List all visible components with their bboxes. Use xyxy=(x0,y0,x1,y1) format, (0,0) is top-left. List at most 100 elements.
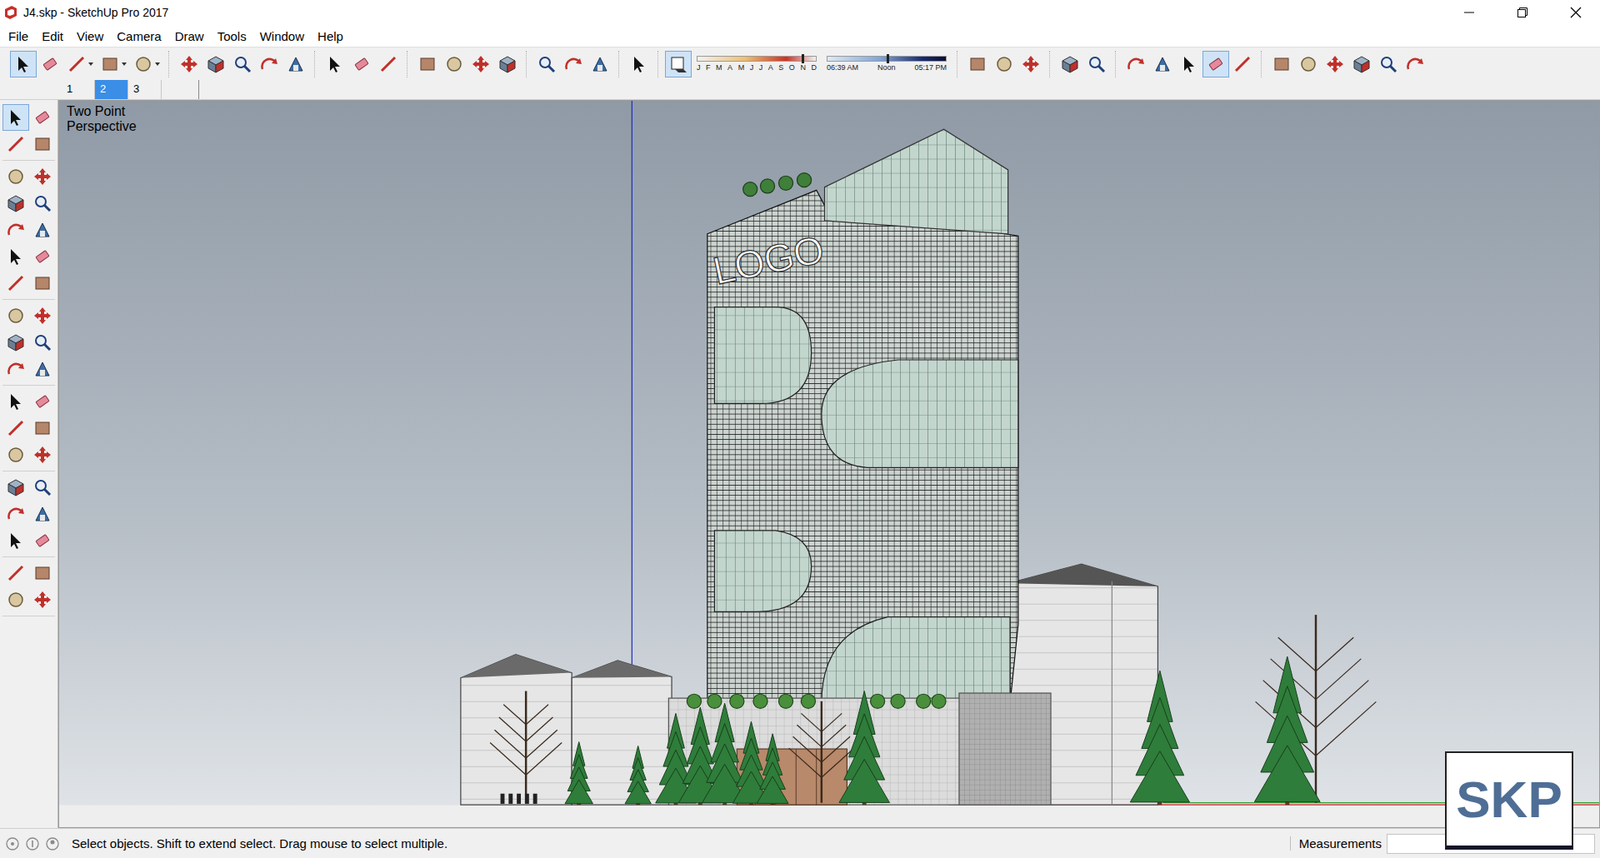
toolbar-button[interactable] xyxy=(1175,50,1203,78)
tool-button[interactable] xyxy=(2,130,30,158)
menu-item[interactable]: Tools xyxy=(210,26,254,46)
model-canvas[interactable]: LOGO xyxy=(59,100,1600,828)
toolbar-button[interactable] xyxy=(1268,50,1295,78)
toolbar-button[interactable] xyxy=(63,50,97,78)
tool-button[interactable] xyxy=(2,474,30,501)
month-thumb[interactable] xyxy=(801,54,805,64)
tool-button[interactable] xyxy=(29,104,56,131)
menu-item[interactable]: View xyxy=(70,26,110,46)
tool-button[interactable] xyxy=(29,560,56,587)
toolbar-button[interactable] xyxy=(1202,50,1230,78)
tool-button[interactable] xyxy=(29,216,56,244)
menu-item[interactable]: Window xyxy=(253,26,311,46)
tool-button[interactable] xyxy=(29,190,56,217)
tool-button[interactable] xyxy=(2,163,30,190)
toolbar-button[interactable] xyxy=(321,50,349,78)
tool-button[interactable] xyxy=(2,216,30,244)
tool-button[interactable] xyxy=(29,415,56,442)
tool-button[interactable] xyxy=(29,474,56,501)
tool-button[interactable] xyxy=(2,441,30,469)
credits-icon[interactable] xyxy=(25,836,40,852)
toolbar-button[interactable] xyxy=(560,50,587,78)
toolbar-button[interactable] xyxy=(414,50,441,78)
tool-button[interactable] xyxy=(2,302,30,330)
dropdown-caret-icon[interactable] xyxy=(155,62,160,66)
tool-button[interactable] xyxy=(2,355,30,383)
tool-button[interactable] xyxy=(29,586,56,614)
toolbar-button[interactable] xyxy=(1122,50,1150,78)
menu-item[interactable]: Draw xyxy=(168,26,211,46)
toolbar-button[interactable] xyxy=(1375,50,1402,78)
shadow-settings-button[interactable] xyxy=(665,50,692,78)
toolbar-button[interactable] xyxy=(375,50,402,78)
scene-tab[interactable]: 3 xyxy=(128,80,162,100)
tool-button[interactable] xyxy=(2,586,30,614)
dropdown-caret-icon[interactable] xyxy=(121,62,127,66)
tool-button[interactable] xyxy=(2,560,30,587)
tool-button[interactable] xyxy=(2,415,30,442)
tool-button[interactable] xyxy=(29,243,56,270)
tool-button[interactable] xyxy=(29,163,56,190)
toolbar-button[interactable] xyxy=(1056,50,1084,78)
menu-item[interactable]: Edit xyxy=(35,26,70,46)
toolbar-button[interactable] xyxy=(130,50,164,78)
time-slider[interactable]: 06:39 AMNoon05:17 PM xyxy=(826,55,947,72)
scene-tab[interactable]: 1 xyxy=(61,80,95,100)
toolbar-button[interactable] xyxy=(10,50,37,78)
toolbar-button[interactable] xyxy=(494,50,521,78)
toolbar-button[interactable] xyxy=(202,50,230,78)
tool-button[interactable] xyxy=(29,329,56,356)
tool-button[interactable] xyxy=(29,500,56,528)
toolbar-button[interactable] xyxy=(175,50,203,78)
time-track[interactable] xyxy=(826,55,947,62)
window-control[interactable] xyxy=(1551,0,1600,25)
toolbar-button[interactable] xyxy=(1017,50,1045,78)
toolbar-button[interactable] xyxy=(36,50,64,78)
toolbar-button[interactable] xyxy=(229,50,256,78)
toolbar-button[interactable] xyxy=(96,50,130,78)
toolbar-button[interactable] xyxy=(348,50,375,78)
geolocation-icon[interactable] xyxy=(5,836,20,852)
menu-item[interactable]: Camera xyxy=(110,26,168,46)
toolbar-button[interactable] xyxy=(1295,50,1322,78)
tool-button[interactable] xyxy=(2,329,30,356)
toolbar-button[interactable] xyxy=(1401,50,1429,78)
toolbar-button[interactable] xyxy=(1229,50,1256,78)
toolbar-button[interactable] xyxy=(467,50,495,78)
menu-item[interactable]: File xyxy=(1,26,35,46)
tool-button[interactable] xyxy=(29,302,56,330)
tool-button[interactable] xyxy=(2,388,30,415)
tool-button[interactable] xyxy=(2,500,30,528)
toolbar-button[interactable] xyxy=(1348,50,1375,78)
viewport[interactable]: LOGOTwo Point Perspective xyxy=(58,100,1600,829)
window-control[interactable] xyxy=(1445,0,1494,25)
time-thumb[interactable] xyxy=(886,54,890,64)
tool-button[interactable] xyxy=(2,243,30,270)
tool-button[interactable] xyxy=(29,388,56,415)
dropdown-caret-icon[interactable] xyxy=(88,62,94,66)
scene-tab[interactable]: 2 xyxy=(95,80,129,100)
toolbar-button[interactable] xyxy=(255,50,283,78)
tool-button[interactable] xyxy=(2,270,30,297)
window-control[interactable] xyxy=(1498,0,1547,25)
tool-button[interactable] xyxy=(29,441,56,469)
toolbar-button[interactable] xyxy=(586,50,614,78)
tool-button[interactable] xyxy=(29,355,56,383)
tool-button[interactable] xyxy=(29,270,56,297)
tool-button[interactable] xyxy=(2,104,30,131)
tool-button[interactable] xyxy=(29,527,56,555)
menu-item[interactable]: Help xyxy=(310,26,350,46)
month-track[interactable] xyxy=(696,55,817,62)
toolbar-button[interactable] xyxy=(440,50,468,78)
toolbar-button[interactable] xyxy=(533,50,560,78)
toolbar-button[interactable] xyxy=(990,50,1018,78)
toolbar-button[interactable] xyxy=(1083,50,1110,78)
toolbar-button[interactable] xyxy=(282,50,310,78)
toolbar-button[interactable] xyxy=(1321,50,1349,78)
user-icon[interactable] xyxy=(45,836,60,852)
month-slider[interactable]: JFMAMJJASOND xyxy=(696,55,817,72)
tool-button[interactable] xyxy=(29,130,56,158)
toolbar-button[interactable] xyxy=(964,50,991,78)
toolbar-button[interactable] xyxy=(625,50,653,78)
tool-button[interactable] xyxy=(2,190,30,217)
